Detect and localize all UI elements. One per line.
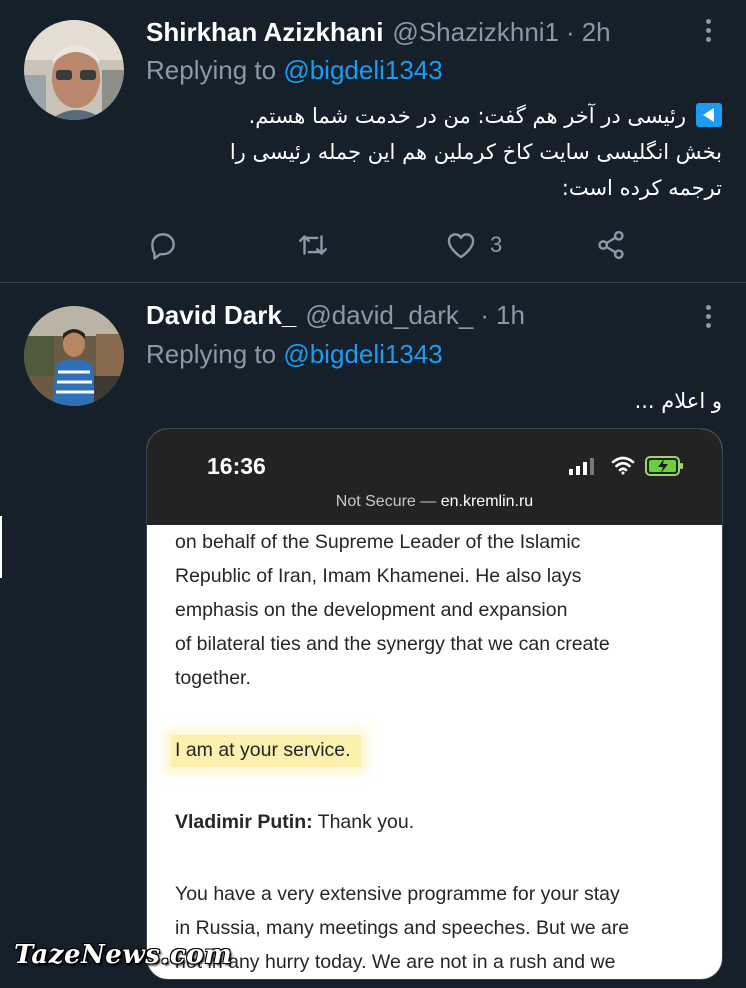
battery-icon: [645, 456, 683, 476]
article-line: on behalf of the Supreme Leader of the I…: [175, 531, 581, 553]
separator: ·: [480, 299, 490, 330]
embedded-screenshot[interactable]: 16:36 Not Secure — en.kremlin.ru on beha…: [146, 428, 723, 980]
article-line: together.: [175, 667, 251, 689]
article-line: Republic of Iran, Imam Khamenei. He also…: [175, 565, 582, 587]
user-handle[interactable]: @david_dark_: [305, 300, 473, 331]
tweet-text-line: رئیسی در آخر هم گفت: من در خدمت شما هستم…: [248, 104, 686, 128]
replying-to: Replying to @bigdeli1343: [146, 339, 443, 370]
article-line: in Russia, many meetings and speeches. B…: [175, 917, 630, 939]
tweet-actions: 3: [146, 225, 646, 265]
replying-prefix: Replying to: [146, 55, 277, 85]
share-icon: [598, 230, 624, 260]
tweet-text-line: ترجمه کرده است:: [561, 176, 722, 200]
phone-status-bar: 16:36 Not Secure — en.kremlin.ru: [147, 429, 722, 525]
separator: ·: [566, 16, 575, 47]
like-button[interactable]: 3: [444, 225, 502, 265]
watermark: TazeNews.com: [14, 940, 233, 970]
article-text: on behalf of the Supreme Leader of the I…: [171, 525, 695, 979]
phone-time: 16:36: [207, 453, 266, 479]
more-icon[interactable]: [698, 14, 718, 46]
replying-prefix: Replying to: [146, 339, 277, 369]
mention-link[interactable]: @bigdeli1343: [283, 339, 442, 369]
article-line: not in any hurry today. We are not in a …: [175, 951, 616, 973]
retweet-icon: [299, 235, 327, 255]
reply-button[interactable]: [146, 225, 180, 265]
display-name[interactable]: Shirkhan Azizkhani: [146, 17, 383, 48]
browser-url[interactable]: Not Secure — en.kremlin.ru: [147, 493, 722, 511]
user-handle[interactable]: @Shazizkhni1: [392, 17, 559, 48]
tweet-2[interactable]: David Dark_ @david_dark_ · 1h Replying t…: [0, 284, 746, 988]
article-line: You have a very extensive programme for …: [175, 883, 620, 905]
reply-icon: [151, 233, 175, 260]
not-secure-label: Not Secure —: [335, 493, 437, 510]
avatar[interactable]: [24, 20, 124, 120]
more-icon[interactable]: [698, 300, 718, 332]
mention-link[interactable]: @bigdeli1343: [283, 55, 442, 85]
speaker-text: Thank you.: [312, 811, 415, 833]
timestamp[interactable]: 2h: [582, 17, 611, 48]
display-name[interactable]: David Dark_: [146, 300, 296, 331]
play-emoji-icon: [696, 103, 722, 127]
speaker-line: Vladimir Putin: Thank you.: [175, 805, 695, 839]
share-button[interactable]: [594, 225, 628, 265]
tweet-text: و اعلام ...: [634, 389, 722, 413]
edge-divider: [0, 516, 2, 578]
tweet-text: رئیسی در آخر هم گفت: من در خدمت شما هستم…: [142, 98, 722, 206]
speaker-name: Vladimir Putin:: [175, 811, 313, 833]
tweet-header: Shirkhan Azizkhani @Shazizkhni1 · 2h: [146, 16, 686, 48]
article-line: emphasis on the development and expansio…: [175, 599, 568, 621]
like-count: 3: [490, 232, 503, 257]
avatar[interactable]: [24, 306, 124, 406]
tweet-text-line: بخش انگلیسی سایت کاخ کرملین هم این جمله …: [229, 140, 722, 164]
article-line: of bilateral ties and the synergy that w…: [175, 633, 610, 655]
tweet-header: David Dark_ @david_dark_ · 1h: [146, 299, 686, 331]
tweet-1[interactable]: Shirkhan Azizkhani @Shazizkhni1 · 2h Rep…: [0, 0, 746, 283]
retweet-button[interactable]: [296, 225, 330, 265]
highlighted-quote: I am at your service.: [171, 735, 361, 767]
signal-icon: [569, 458, 594, 475]
timestamp[interactable]: 1h: [496, 300, 525, 331]
wifi-icon: [611, 456, 635, 475]
like-icon: [447, 233, 475, 259]
replying-to: Replying to @bigdeli1343: [146, 55, 443, 86]
url-domain: en.kremlin.ru: [440, 493, 534, 510]
